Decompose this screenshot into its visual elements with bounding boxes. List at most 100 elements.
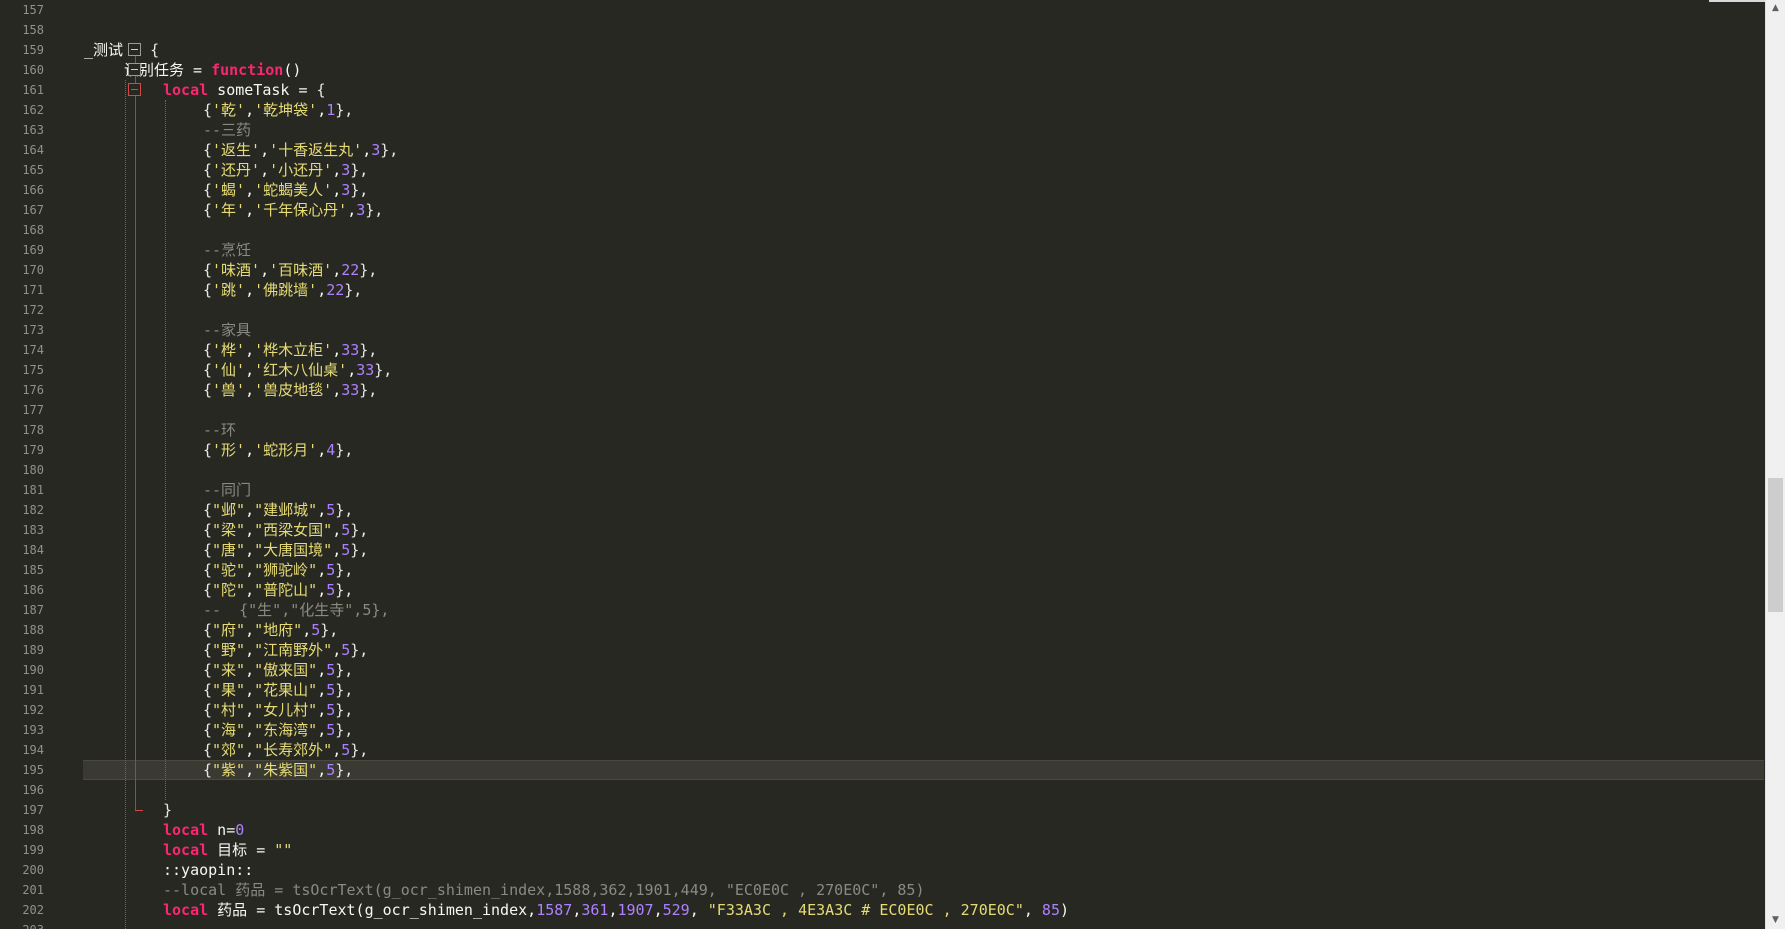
code-token: }, — [350, 641, 369, 659]
line-code: {'桦','桦木立柜',33}, — [203, 340, 377, 360]
code-token: 85 — [1041, 901, 1060, 919]
code-token: "建邺城" — [254, 501, 318, 519]
line-code: --三药 — [203, 120, 251, 140]
line-number: 158 — [22, 23, 44, 37]
fold-end-marker — [135, 810, 143, 811]
code-line[interactable]: 169 --烹饪 — [0, 240, 1765, 260]
code-token: { — [203, 701, 213, 719]
code-line[interactable]: 164 {'返生','十香返生丸',3}, — [0, 140, 1765, 160]
code-token: { — [203, 261, 213, 279]
code-line[interactable]: 196 — [0, 780, 1765, 800]
code-token: local — [163, 81, 209, 99]
code-line[interactable]: 162 {'乾','乾坤袋',1}, — [0, 100, 1765, 120]
code-line[interactable]: 173 --家具 — [0, 320, 1765, 340]
code-line[interactable]: 179 {'形','蛇形月',4}, — [0, 440, 1765, 460]
code-token: , — [260, 141, 270, 159]
code-line[interactable]: 177 — [0, 400, 1765, 420]
code-token: }, — [374, 361, 393, 379]
code-token: , — [245, 641, 255, 659]
scroll-up-icon[interactable]: ▲ — [1766, 0, 1785, 17]
code-token: "府" — [212, 621, 246, 639]
line-number: 180 — [22, 463, 44, 477]
code-token: , — [245, 341, 255, 359]
code-line[interactable]: 172 — [0, 300, 1765, 320]
code-line[interactable]: 192 {"村","女儿村",5}, — [0, 700, 1765, 720]
code-line[interactable]: 180 — [0, 460, 1765, 480]
code-line[interactable]: 181 --同门 — [0, 480, 1765, 500]
code-line[interactable]: 194 {"郊","长寿郊外",5}, — [0, 740, 1765, 760]
fold-toggle-161-icon[interactable] — [128, 83, 141, 96]
code-token: , — [245, 661, 255, 679]
line-number: 173 — [22, 323, 44, 337]
code-line[interactable]: 193 {"海","东海湾",5}, — [0, 720, 1765, 740]
line-code: --同门 — [203, 480, 251, 500]
code-line[interactable]: 163 --三药 — [0, 120, 1765, 140]
code-token: "海" — [212, 721, 246, 739]
code-line[interactable]: 201 --local 药品 = tsOcrText(g_ocr_shimen_i… — [0, 880, 1765, 900]
code-line[interactable]: 185 {"驼","狮驼岭",5}, — [0, 560, 1765, 580]
line-code: } — [163, 800, 172, 820]
fold-toggle-160-icon[interactable] — [128, 63, 141, 76]
line-number: 196 — [22, 783, 44, 797]
code-token: 5 — [326, 681, 336, 699]
code-line[interactable]: 168 — [0, 220, 1765, 240]
code-line[interactable]: 197} — [0, 800, 1765, 820]
code-token: "邺" — [212, 501, 246, 519]
code-line[interactable]: 188 {"府","地府",5}, — [0, 620, 1765, 640]
fold-toggle-159-icon[interactable] — [128, 43, 141, 56]
code-line[interactable]: 160 识别任务 = function() — [0, 60, 1765, 80]
code-line[interactable]: 175 {'仙','红木八仙桌',33}, — [0, 360, 1765, 380]
code-token: , — [332, 521, 342, 539]
code-token: }, — [380, 141, 399, 159]
code-line[interactable]: 189 {"野","江南野外",5}, — [0, 640, 1765, 660]
code-token: , — [332, 261, 342, 279]
code-line[interactable]: 187 -- {"生","化生寺",5}, — [0, 600, 1765, 620]
code-token: 3 — [341, 181, 351, 199]
code-line[interactable]: 182 {"邺","建邺城",5}, — [0, 500, 1765, 520]
code-line[interactable]: 166 {'蝎','蛇蝎美人',3}, — [0, 180, 1765, 200]
code-token: = — [298, 81, 317, 99]
code-token: { — [203, 721, 213, 739]
code-editor[interactable]: 157 158 159 _测试 = {160 识别任务 = function() 161 l… — [0, 0, 1785, 929]
scroll-down-icon[interactable]: ▼ — [1766, 912, 1785, 929]
code-token: '红木八仙桌' — [254, 361, 348, 379]
code-line[interactable]: 191 {"果","花果山",5}, — [0, 680, 1765, 700]
code-line[interactable]: 198 local n=0 — [0, 820, 1765, 840]
code-token: someTask — [208, 81, 299, 99]
code-line[interactable]: 158 — [0, 20, 1765, 40]
code-line[interactable]: 202 local 药品 = tsOcrText(g_ocr_shimen_ind… — [0, 900, 1765, 920]
code-line[interactable]: 190 {"来","傲来国",5}, — [0, 660, 1765, 680]
code-token: "陀" — [212, 581, 246, 599]
scroll-thumb[interactable] — [1768, 478, 1783, 612]
code-token: local — [163, 841, 209, 859]
code-token: , — [245, 501, 255, 519]
code-line[interactable]: 161 local someTask = { — [0, 80, 1765, 100]
code-token: , — [332, 641, 342, 659]
code-line[interactable]: 178 --环 — [0, 420, 1765, 440]
code-line[interactable]: 183 {"梁","西梁女国",5}, — [0, 520, 1765, 540]
code-line[interactable]: 167 {'年','千年保心丹',3}, — [0, 200, 1765, 220]
code-line[interactable]: 199 local 目标 = "" — [0, 840, 1765, 860]
code-line[interactable]: 157 — [0, 0, 1765, 20]
code-token: 3 — [356, 201, 366, 219]
code-token: "傲来国" — [254, 661, 318, 679]
code-line-current[interactable]: 195 {"紫","朱紫国",5}, — [0, 760, 1765, 780]
code-line[interactable]: 176 {'兽','兽皮地毯',33}, — [0, 380, 1765, 400]
code-line[interactable]: 171 {'跳','佛跳墙',22}, — [0, 280, 1765, 300]
code-line[interactable]: 200::yaopin:: — [0, 860, 1765, 880]
code-line[interactable]: 165 {'还丹','小还丹',3}, — [0, 160, 1765, 180]
code-line[interactable]: 184 {"唐","大唐国境",5}, — [0, 540, 1765, 560]
code-token: , — [302, 621, 312, 639]
vertical-scrollbar[interactable]: ▲ ▼ — [1765, 0, 1785, 929]
code-line[interactable]: 203 — [0, 920, 1765, 929]
code-line[interactable]: 186 {"陀","普陀山",5}, — [0, 580, 1765, 600]
line-code: local someTask = { — [163, 80, 326, 100]
code-token: { — [203, 641, 213, 659]
code-token: , — [245, 521, 255, 539]
code-line[interactable]: 159 _测试 = { — [0, 40, 1765, 60]
code-line[interactable]: 174 {'桦','桦木立柜',33}, — [0, 340, 1765, 360]
code-token: --环 — [203, 421, 237, 439]
code-line[interactable]: 170 {'味酒','百味酒',22}, — [0, 260, 1765, 280]
code-token: local — [163, 901, 209, 919]
code-token: '蛇形月' — [254, 441, 318, 459]
